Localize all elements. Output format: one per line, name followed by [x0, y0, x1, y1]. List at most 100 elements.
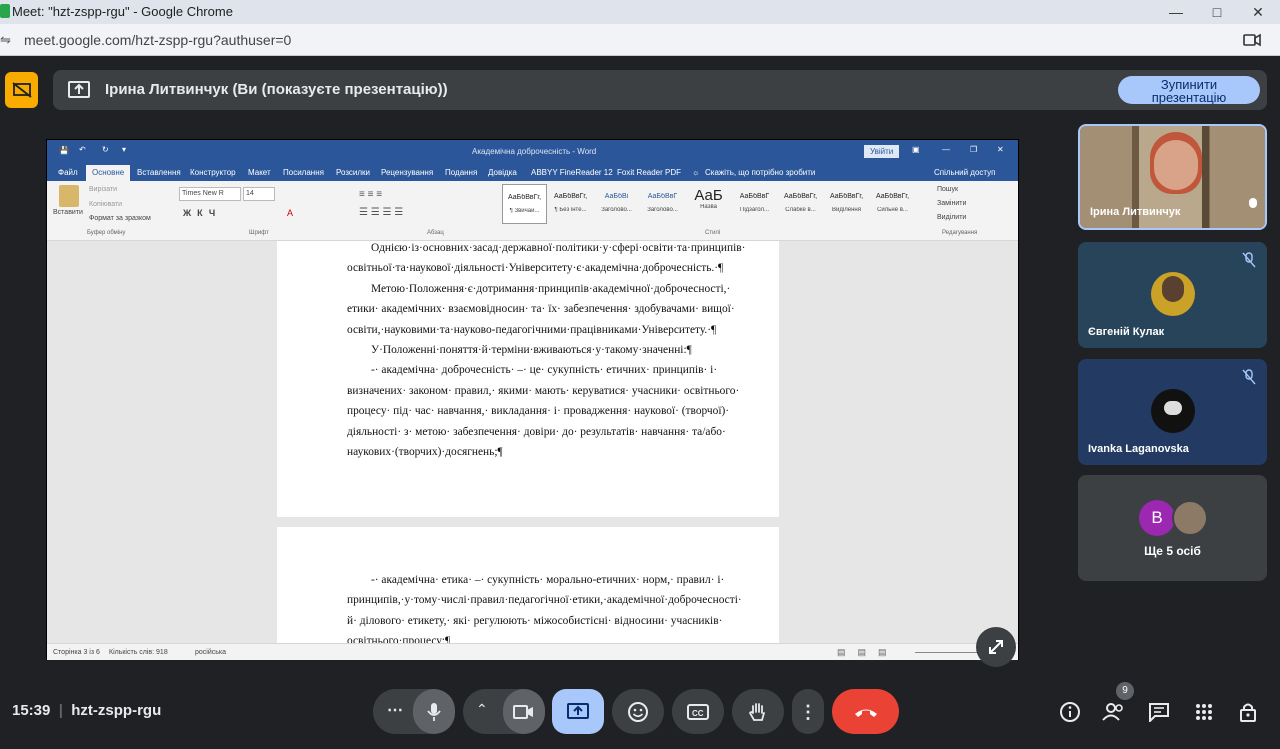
style-item[interactable]: АаБ Назва — [686, 184, 731, 224]
style-item[interactable]: АаБбВі Заголово... — [594, 184, 639, 224]
copy-button[interactable]: Копіювати — [89, 201, 122, 208]
styles-gallery[interactable]: АаБбВвГг, ¶ Звичай... АаБбВвГг, ¶ Без інте.… — [502, 184, 927, 226]
document-text-line[interactable]: освітньої·та·наукової·діяльності·Універс… — [347, 262, 775, 274]
more-options-button[interactable]: ⋮ — [792, 689, 824, 734]
participant-tile-self[interactable]: Ірина Литвинчук — [1078, 124, 1267, 230]
login-button[interactable]: Увійти — [864, 145, 900, 158]
camera-button[interactable] — [503, 689, 545, 734]
font-size-select[interactable]: 14 — [243, 187, 275, 201]
tab-review[interactable]: Рецензування — [381, 168, 433, 177]
document-text-line[interactable]: -· академічна· доброчесність· –· це· сук… — [371, 364, 775, 376]
tab-references[interactable]: Посилання — [283, 168, 324, 177]
document-text-line[interactable]: наукових·(творчих)·досягнень;¶ — [347, 446, 775, 458]
tab-file[interactable]: Файл — [58, 168, 78, 177]
close-icon[interactable]: ✕ — [1238, 0, 1278, 24]
present-now-button[interactable] — [552, 689, 604, 734]
minimize-icon[interactable]: — — [1156, 0, 1196, 24]
url-text[interactable]: meet.google.com/hzt-zspp-rgu?authuser=0 — [24, 32, 291, 48]
document-text-line[interactable]: визначених· законом· правил,· якими· маю… — [347, 385, 775, 397]
word-close-icon[interactable]: ✕ — [997, 145, 1004, 154]
undo-icon[interactable]: ↶ — [79, 145, 86, 154]
redo-icon[interactable]: ↻ — [102, 145, 109, 154]
activities-button[interactable] — [1192, 700, 1216, 724]
raise-hand-button[interactable] — [732, 689, 784, 734]
document-text-line[interactable]: етики· академічних· взаємовідносин· та· … — [347, 303, 775, 315]
language-status[interactable]: російська — [195, 649, 226, 656]
ribbon-options-icon[interactable]: ▣ — [912, 145, 920, 154]
chat-button[interactable] — [1147, 700, 1171, 724]
participant-tile[interactable]: Євгеній Кулак — [1078, 242, 1267, 348]
share-button[interactable]: Спільний доступ — [934, 168, 996, 177]
save-icon[interactable]: 💾 — [59, 146, 69, 155]
tab-abbyy[interactable]: ABBYY FineReader 12 — [531, 168, 613, 177]
style-item[interactable]: АаБбВвГг, Сильне в... — [870, 184, 915, 224]
participant-tile[interactable]: Ivanka Laganovska — [1078, 359, 1267, 465]
paste-label[interactable]: Вставити — [53, 209, 83, 216]
document-text-line[interactable]: освіти,·науковими·та·науково-педагогічни… — [347, 324, 775, 336]
camera-control-group: ⌃ — [463, 689, 545, 734]
microphone-button[interactable] — [413, 689, 455, 734]
document-text-line[interactable]: діяльності· з· метою· забезпечення· дові… — [347, 426, 775, 438]
cut-button[interactable]: Вирізати — [89, 186, 117, 193]
document-text-line[interactable]: У·Положенні·поняття·й·терміни·вживаються… — [371, 344, 775, 356]
site-settings-icon[interactable]: ⇋ — [0, 32, 11, 48]
host-controls-button[interactable] — [1237, 700, 1261, 724]
video-options-icon[interactable]: ⌃ — [476, 701, 488, 718]
page-count[interactable]: Сторінка 3 із 6 — [53, 649, 100, 656]
style-item[interactable]: АаБбВвГ Заголово... — [640, 184, 685, 224]
captions-button[interactable]: CC — [672, 689, 724, 734]
view-mode-icons[interactable]: ▤▤▤ — [837, 647, 899, 658]
tab-foxit[interactable]: Foxit Reader PDF — [617, 168, 681, 177]
document-text-line[interactable]: -· академічна· етика· –· сукупність· мор… — [371, 574, 775, 586]
style-item[interactable]: АаБбВвГг, ¶ Без інте... — [548, 184, 593, 224]
replace-button[interactable]: Замінити — [937, 200, 966, 207]
presenting-indicator-icon[interactable] — [5, 72, 38, 108]
document-text-line[interactable]: Метою·Положення·є·дотримання·принципів·а… — [371, 283, 775, 295]
document-page-4[interactable]: -· академічна· етика· –· сукупність· мор… — [277, 527, 779, 643]
document-text-line[interactable]: освітнього·процесу;¶ — [347, 635, 775, 643]
camera-icon[interactable] — [1243, 33, 1261, 47]
tab-insert[interactable]: Вставлення — [137, 168, 181, 177]
word-restore-icon[interactable]: ❐ — [970, 145, 977, 154]
style-item[interactable]: АаБбВвГг, ¶ Звичай... — [502, 184, 547, 224]
document-area[interactable]: Однією·із·основних·засад·державної·політ… — [47, 241, 1018, 643]
format-painter-button[interactable]: Формат за зразком — [89, 215, 151, 222]
style-item[interactable]: АаБбВвГ Підзагол... — [732, 184, 777, 224]
select-button[interactable]: Виділити — [937, 214, 966, 221]
meeting-details-button[interactable] — [1058, 700, 1082, 724]
find-button[interactable]: Пошук — [937, 186, 958, 193]
tab-view[interactable]: Подання — [445, 168, 477, 177]
people-button[interactable] — [1102, 700, 1126, 724]
document-text-line[interactable]: й· ділового· етикету,· які· регулюють· м… — [347, 615, 775, 627]
paste-icon[interactable] — [59, 185, 79, 207]
font-color-button[interactable]: A — [287, 208, 293, 218]
reactions-button[interactable] — [612, 689, 664, 734]
document-text-line[interactable]: Однією·із·основних·засад·державної·політ… — [371, 242, 775, 254]
tab-design[interactable]: Конструктор — [190, 168, 236, 177]
audio-options-icon[interactable]: ⋯ — [387, 700, 403, 720]
word-count[interactable]: Кількість слів: 918 — [109, 649, 168, 656]
tab-home[interactable]: Основне — [86, 165, 131, 181]
mic-active-icon — [1249, 198, 1257, 208]
tab-mailings[interactable]: Розсилки — [336, 168, 370, 177]
tab-layout[interactable]: Макет — [248, 168, 271, 177]
address-bar[interactable]: ⇋ meet.google.com/hzt-zspp-rgu?authuser=… — [0, 24, 1280, 56]
document-page-3[interactable]: Однією·із·основних·засад·державної·політ… — [277, 241, 779, 517]
font-name-select[interactable]: Times New R — [179, 187, 241, 201]
tell-me-search[interactable]: Скажіть, що потрібно зробити — [705, 168, 815, 177]
maximize-icon[interactable]: □ — [1197, 0, 1237, 24]
bold-italic-underline-buttons[interactable]: ЖКЧ — [183, 208, 221, 218]
fullscreen-button[interactable] — [976, 627, 1016, 667]
document-text-line[interactable]: принципів,·у·тому·числі·правил·педагогіч… — [347, 594, 775, 606]
tab-help[interactable]: Довідка — [488, 168, 517, 177]
style-item[interactable]: АаБбВвГг, Слабке в... — [778, 184, 823, 224]
customize-icon[interactable]: ▾ — [122, 145, 126, 154]
stop-presenting-button[interactable]: Зупинити презентацію — [1118, 76, 1260, 104]
style-item[interactable]: АаБбВвГг, Виділення — [824, 184, 869, 224]
list-buttons-icon[interactable]: ≡ ≡ ≡ — [359, 189, 382, 200]
align-buttons-icon[interactable]: ☰ ☰ ☰ ☰ — [359, 207, 403, 218]
document-text-line[interactable]: процесу· під· час· навчання,· викладання… — [347, 405, 775, 417]
leave-call-button[interactable] — [832, 689, 899, 734]
more-participants-tile[interactable]: B Ще 5 осіб — [1078, 475, 1267, 581]
word-minimize-icon[interactable]: — — [942, 145, 950, 154]
